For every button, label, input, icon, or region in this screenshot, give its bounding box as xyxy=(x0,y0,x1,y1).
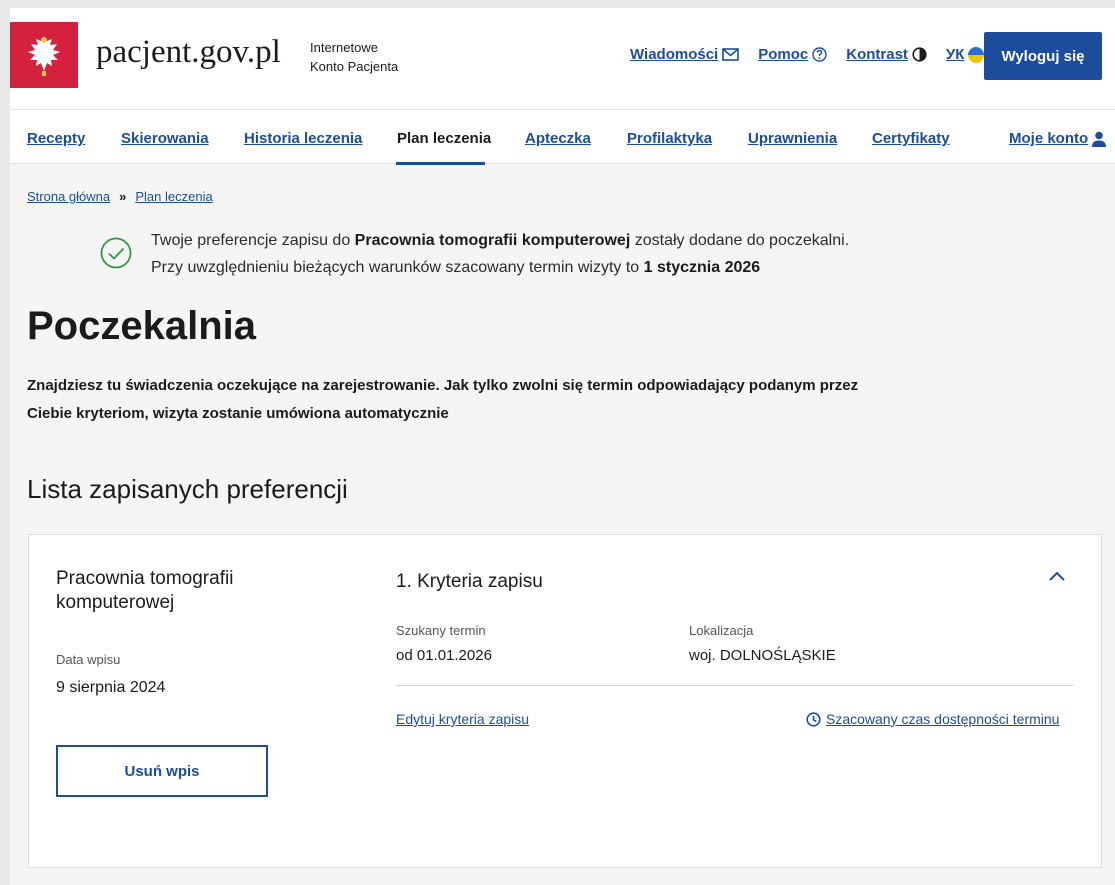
page-intro: Znajdziesz tu świadczenia oczekujące na … xyxy=(27,377,859,422)
alert-service-name: Pracownia tomografii komputerowej xyxy=(354,232,631,249)
nav-item-recepty[interactable]: Recepty xyxy=(27,130,85,147)
breadcrumb: Strona główna » Plan leczenia xyxy=(27,189,213,204)
success-check-icon xyxy=(100,237,132,269)
alert-line-2: Przy uwzględnieniu bieżących warunków sz… xyxy=(151,254,849,281)
entry-date-label: Data wpisu xyxy=(56,652,121,667)
edit-criteria-link[interactable]: Edytuj kryteria zapisu xyxy=(396,711,529,727)
nav-item-apteczka[interactable]: Apteczka xyxy=(525,130,591,147)
top-links: Wiadomości Pomoc Kontrast УК xyxy=(630,46,1003,63)
top-header: pacjent.gov.pl Internetowe Konto Pacjent… xyxy=(10,8,1115,110)
term-value: od 01.01.2026 xyxy=(396,647,492,664)
user-icon xyxy=(1092,131,1107,147)
eagle-icon xyxy=(28,37,60,76)
alert-line2-prefix: Przy uwzględnieniu bieżących warunków sz… xyxy=(151,259,644,276)
location-label: Lokalizacja xyxy=(689,623,754,638)
list-title: Lista zapisanych preferencji xyxy=(27,474,348,504)
messages-label: Wiadomości xyxy=(630,46,719,63)
logout-button[interactable]: Wyloguj się xyxy=(984,32,1102,80)
nav-item-historia-leczenia[interactable]: Historia leczenia xyxy=(244,130,362,147)
breadcrumb-home[interactable]: Strona główna xyxy=(27,189,110,204)
nav-item-profilaktyka[interactable]: Profilaktyka xyxy=(627,130,712,147)
chevron-up-icon[interactable] xyxy=(1047,569,1067,583)
location-value: woj. DOLNOŚLĄSKIE xyxy=(689,647,836,664)
remove-entry-button[interactable]: Usuń wpis xyxy=(56,745,268,797)
brand-subtitle: Internetowe Konto Pacjenta xyxy=(310,38,398,76)
preference-card: Pracownia tomografii komputerowej Data w… xyxy=(28,534,1102,868)
success-alert-text: Twoje preferencje zapisu do Pracownia to… xyxy=(151,227,849,281)
envelope-icon xyxy=(722,48,740,61)
nav-item-skierowania[interactable]: Skierowania xyxy=(121,130,209,147)
contrast-label: Kontrast xyxy=(846,46,908,63)
alert-line1-prefix: Twoje preferencje zapisu do xyxy=(151,232,355,249)
breadcrumb-current[interactable]: Plan leczenia xyxy=(135,189,212,204)
nav-item-uprawnienia[interactable]: Uprawnienia xyxy=(748,130,837,147)
nav-item-plan-leczenia[interactable]: Plan leczenia xyxy=(397,130,491,147)
help-link[interactable]: Pomoc xyxy=(758,46,827,63)
question-icon xyxy=(812,47,827,62)
brand-subtitle-line2: Konto Pacjenta xyxy=(310,59,399,74)
term-label: Szukany termin xyxy=(396,623,486,638)
language-link[interactable]: УК xyxy=(946,46,985,63)
entry-date-value: 9 sierpnia 2024 xyxy=(56,679,166,696)
alert-line1-suffix: zostały dodane do poczekalni. xyxy=(630,232,850,249)
estimated-time-link[interactable]: Szacowany czas dostępności terminu xyxy=(806,711,1059,727)
language-label: УК xyxy=(945,46,965,63)
page-title: Poczekalnia xyxy=(27,304,257,348)
ukraine-flag-icon xyxy=(968,46,985,63)
account-label: Moje konto xyxy=(1009,130,1089,147)
alert-line-1: Twoje preferencje zapisu do Pracownia to… xyxy=(151,227,849,254)
breadcrumb-separator: » xyxy=(119,189,127,204)
gov-emblem-logo[interactable] xyxy=(10,22,78,88)
service-name: Pracownia tomografii komputerowej xyxy=(56,568,234,613)
nav-item-certyfikaty[interactable]: Certyfikaty xyxy=(872,130,950,147)
estimated-time-label: Szacowany czas dostępności terminu xyxy=(826,711,1060,727)
alert-estimated-date: 1 stycznia 2026 xyxy=(643,259,761,276)
brand-name[interactable]: pacjent.gov.pl xyxy=(96,34,281,71)
nav-item-account[interactable]: Moje konto xyxy=(1009,130,1107,147)
contrast-icon xyxy=(912,47,927,62)
card-divider xyxy=(396,685,1074,686)
messages-link[interactable]: Wiadomości xyxy=(630,46,740,63)
criteria-title: 1. Kryteria zapisu xyxy=(396,571,543,592)
help-label: Pomoc xyxy=(758,46,809,63)
contrast-link[interactable]: Kontrast xyxy=(846,46,927,63)
main-nav: Recepty Skierowania Historia leczenia Pl… xyxy=(10,110,1115,165)
brand-subtitle-line1: Internetowe xyxy=(310,40,378,55)
clock-icon xyxy=(806,711,821,727)
active-tab-indicator xyxy=(396,162,485,165)
page: pacjent.gov.pl Internetowe Konto Pacjent… xyxy=(10,8,1115,885)
